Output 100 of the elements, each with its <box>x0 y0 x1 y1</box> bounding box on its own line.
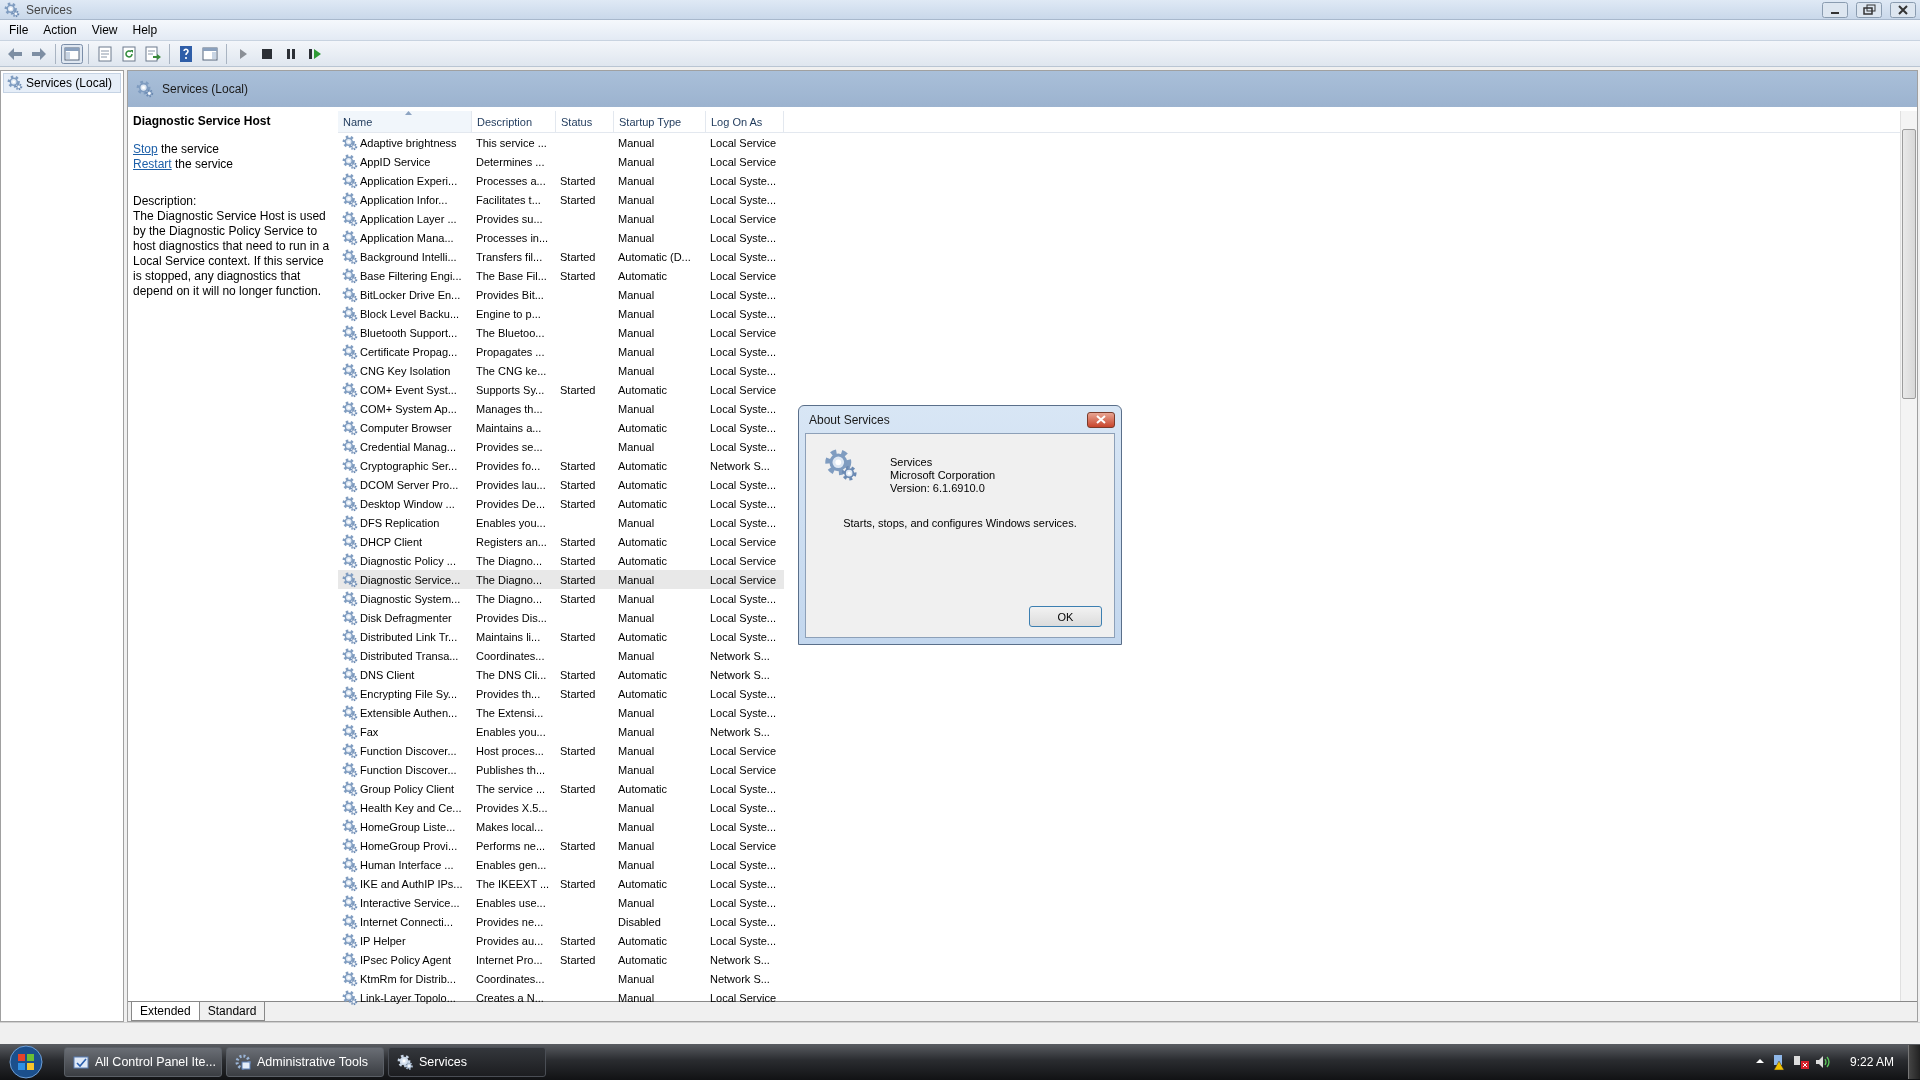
service-name[interactable]: DNS Client <box>360 668 415 681</box>
service-name[interactable]: Block Level Backu... <box>360 307 460 320</box>
service-name[interactable]: Desktop Window ... <box>360 497 455 510</box>
service-name[interactable]: Application Experi... <box>360 174 458 187</box>
table-cell: Manual <box>618 725 655 738</box>
close-button[interactable] <box>1087 411 1115 428</box>
table-cell: Automatic <box>618 782 667 795</box>
service-name[interactable]: Link-Layer Topolo... <box>360 991 456 1004</box>
service-name[interactable]: COM+ System Ap... <box>360 402 457 415</box>
action-link[interactable]: Restart <box>133 157 172 171</box>
table-cell: Local Syste... <box>710 288 777 301</box>
service-name[interactable]: Fax <box>360 725 379 738</box>
service-name[interactable]: Extensible Authen... <box>360 706 458 719</box>
service-name[interactable]: DFS Replication <box>360 516 440 529</box>
table-cell: The CNG ke... <box>476 364 547 377</box>
service-name[interactable]: Distributed Link Tr... <box>360 630 458 643</box>
service-name[interactable]: Disk Defragmenter <box>360 611 452 624</box>
service-name[interactable]: Human Interface ... <box>360 858 454 871</box>
table-cell: Local Service <box>710 744 777 757</box>
service-name[interactable]: HomeGroup Provi... <box>360 839 458 852</box>
action-text: Stop the service <box>133 142 221 157</box>
gear-icon <box>342 894 358 911</box>
taskbar-button[interactable]: All Control Panel Ite... <box>64 1047 222 1077</box>
service-name[interactable]: IPsec Policy Agent <box>360 953 452 966</box>
service-name[interactable]: Background Intelli... <box>360 250 457 263</box>
service-name[interactable]: KtmRm for Distrib... <box>360 972 456 985</box>
console-tree-icon[interactable] <box>61 43 83 64</box>
service-name[interactable]: DHCP Client <box>360 535 423 548</box>
taskbar-button[interactable]: Administrative Tools <box>226 1047 384 1077</box>
service-name[interactable]: AppID Service <box>360 155 431 168</box>
gear-icon <box>342 153 358 170</box>
service-name[interactable]: Function Discover... <box>360 744 457 757</box>
table-cell: Engine to p... <box>476 307 541 320</box>
table-cell: Network S... <box>710 725 770 738</box>
table-cell: Local Syste... <box>710 193 777 206</box>
service-name[interactable]: Diagnostic Policy ... <box>360 554 456 567</box>
service-name[interactable]: Bluetooth Support... <box>360 326 458 339</box>
clock[interactable]: 9:22 AM <box>1849 1055 1894 1069</box>
service-name[interactable]: IP Helper <box>360 934 406 947</box>
service-name[interactable]: Encrypting File Sy... <box>360 687 457 700</box>
table-cell: Manual <box>618 839 655 852</box>
service-name[interactable]: Internet Connecti... <box>360 915 453 928</box>
column-header[interactable]: Name <box>338 111 472 132</box>
service-name[interactable]: Group Policy Client <box>360 782 455 795</box>
service-name[interactable]: Cryptographic Ser... <box>360 459 458 472</box>
menu-item[interactable]: View <box>84 21 126 39</box>
service-name[interactable]: BitLocker Drive En... <box>360 288 461 301</box>
table-cell: Manual <box>618 345 655 358</box>
service-name[interactable]: COM+ Event Syst... <box>360 383 457 396</box>
minimize-button[interactable] <box>1822 1 1848 18</box>
service-name[interactable]: Diagnostic Service... <box>360 573 461 586</box>
table-cell: Manual <box>618 364 655 377</box>
table-cell: Local Syste... <box>710 934 777 947</box>
action-link[interactable]: Stop <box>133 142 158 156</box>
start-button[interactable] <box>6 1044 46 1080</box>
close-button[interactable] <box>1890 1 1916 18</box>
network-error-icon[interactable] <box>1791 1053 1810 1071</box>
show-desktop-button[interactable] <box>1908 1045 1920 1079</box>
service-name[interactable]: Application Layer ... <box>360 212 457 225</box>
table-cell: The IKEEXT ... <box>476 877 550 890</box>
description-label: Description: <box>133 194 198 209</box>
scrollbar-thumb[interactable] <box>1902 129 1916 399</box>
table-cell: The Diagno... <box>476 554 543 567</box>
dialog-description: Starts, stops, and configures Windows services. <box>842 517 1078 529</box>
menu-item[interactable]: Help <box>125 21 166 39</box>
service-name[interactable]: Application Mana... <box>360 231 454 244</box>
service-name[interactable]: Credential Manag... <box>360 440 456 453</box>
scrollbar[interactable] <box>1900 111 1917 1001</box>
service-name[interactable]: Base Filtering Engi... <box>360 269 462 282</box>
gear-icon <box>136 80 154 98</box>
service-name[interactable]: IKE and AuthIP IPs... <box>360 877 463 890</box>
service-name[interactable]: Application Infor... <box>360 193 448 206</box>
view-tab[interactable]: Standard <box>198 1002 266 1021</box>
restore-button[interactable] <box>1856 1 1882 18</box>
table-cell: Local Syste... <box>710 421 777 434</box>
gear-icon <box>342 134 358 151</box>
service-name[interactable]: Computer Browser <box>360 421 452 434</box>
service-name[interactable]: DCOM Server Pro... <box>360 478 459 491</box>
menu-item[interactable]: File <box>2 21 37 39</box>
services-gear-icon <box>824 448 858 482</box>
selected-row[interactable]: Diagnostic Service... The Diagno... Started Manual Local Service <box>338 570 784 589</box>
ok-button[interactable]: OK <box>1029 606 1102 627</box>
service-name[interactable]: Interactive Service... <box>360 896 460 909</box>
service-name[interactable]: CNG Key Isolation <box>360 364 451 377</box>
service-name[interactable]: HomeGroup Liste... <box>360 820 456 833</box>
service-name[interactable]: Function Discover... <box>360 763 457 776</box>
table-cell: Started <box>560 250 596 263</box>
service-name[interactable]: Distributed Transa... <box>360 649 459 662</box>
menu-item[interactable]: Action <box>36 21 85 39</box>
gear-icon <box>342 229 358 246</box>
service-name[interactable]: Adaptive brightness <box>360 136 457 149</box>
service-name[interactable]: Certificate Propag... <box>360 345 458 358</box>
gear-icon <box>342 913 358 930</box>
view-tab[interactable]: Extended <box>131 1002 200 1021</box>
gear-icon <box>342 609 358 626</box>
service-name[interactable]: Health Key and Ce... <box>360 801 462 814</box>
tree-item[interactable]: Services (Local) <box>3 73 121 93</box>
table-cell: Manual <box>618 611 655 624</box>
service-name[interactable]: Diagnostic System... <box>360 592 461 605</box>
taskbar-button[interactable]: Services <box>388 1047 546 1077</box>
